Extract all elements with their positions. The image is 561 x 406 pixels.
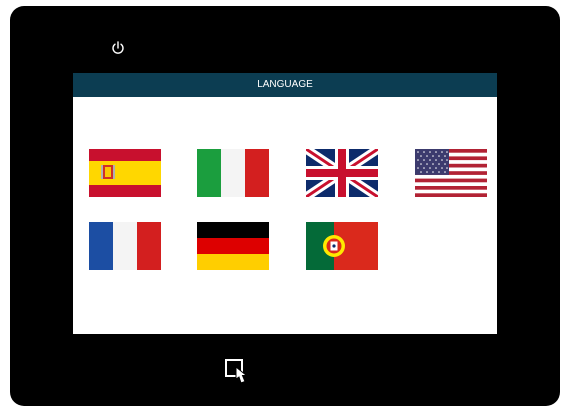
flag-french[interactable]: [89, 222, 161, 270]
screen-title: LANGUAGE: [73, 73, 497, 97]
touch-screen-icon: [225, 359, 248, 384]
touch-screen-button[interactable]: [224, 358, 254, 386]
language-screen: LANGUAGE: [73, 73, 497, 334]
flag-portuguese[interactable]: [306, 222, 378, 270]
spanish-flag-icon: [89, 149, 161, 197]
power-icon: [112, 41, 124, 54]
french-flag-icon: [89, 222, 161, 270]
flag-uk[interactable]: [306, 149, 378, 197]
flag-italian[interactable]: [197, 149, 269, 197]
portuguese-flag-icon: [306, 222, 378, 270]
flag-german[interactable]: [197, 222, 269, 270]
flag-spanish[interactable]: [89, 149, 161, 197]
flag-us[interactable]: [415, 149, 487, 197]
german-flag-icon: [197, 222, 269, 270]
uk-flag-icon: [306, 149, 378, 197]
us-flag-icon: [415, 149, 487, 197]
power-button[interactable]: [110, 40, 126, 56]
italian-flag-icon: [197, 149, 269, 197]
